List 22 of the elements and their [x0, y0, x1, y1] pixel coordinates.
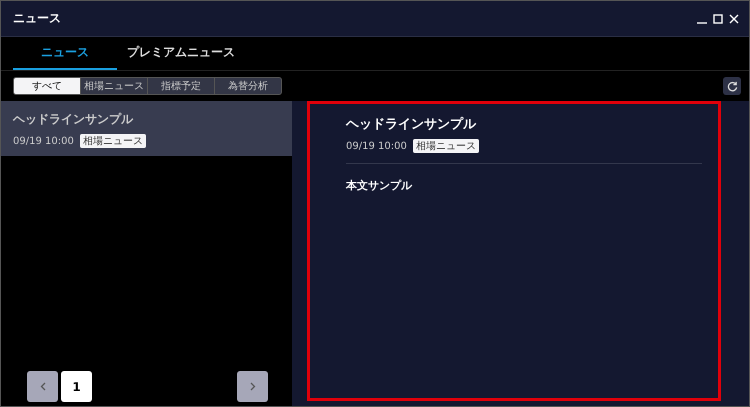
tab[interactable]: ニュース [13, 37, 117, 70]
close-icon[interactable] [729, 14, 739, 24]
refresh-button[interactable] [723, 77, 741, 95]
filter-tab[interactable]: すべて [14, 78, 80, 94]
article-headline: ヘッドラインサンプル [346, 116, 478, 133]
refresh-icon [726, 80, 738, 92]
news-time: 09/19 10:00 [13, 136, 74, 146]
chevron-left-icon [40, 382, 46, 391]
category-tag: 相場ニュース [412, 139, 479, 153]
filter-tab[interactable]: 指標予定 [147, 78, 214, 94]
tab[interactable]: プレミアムニュース [117, 37, 245, 70]
filter-tab[interactable]: 相場ニュース [80, 78, 147, 94]
filter-tab[interactable]: 為替分析 [214, 78, 281, 94]
article-time: 09/19 10:00 [346, 140, 407, 152]
chevron-right-icon [250, 382, 256, 391]
article-body: 本文サンプル [346, 178, 413, 193]
maximize-icon[interactable] [713, 14, 723, 24]
category-tag: 相場ニュース [80, 134, 146, 148]
window-title: ニュース [13, 10, 61, 27]
headline: ヘッドラインサンプル [13, 111, 134, 128]
news-item[interactable]: ヘッドラインサンプル 09/19 10:00 相場ニュース [1, 101, 292, 156]
page-button[interactable]: 1 [61, 371, 92, 402]
